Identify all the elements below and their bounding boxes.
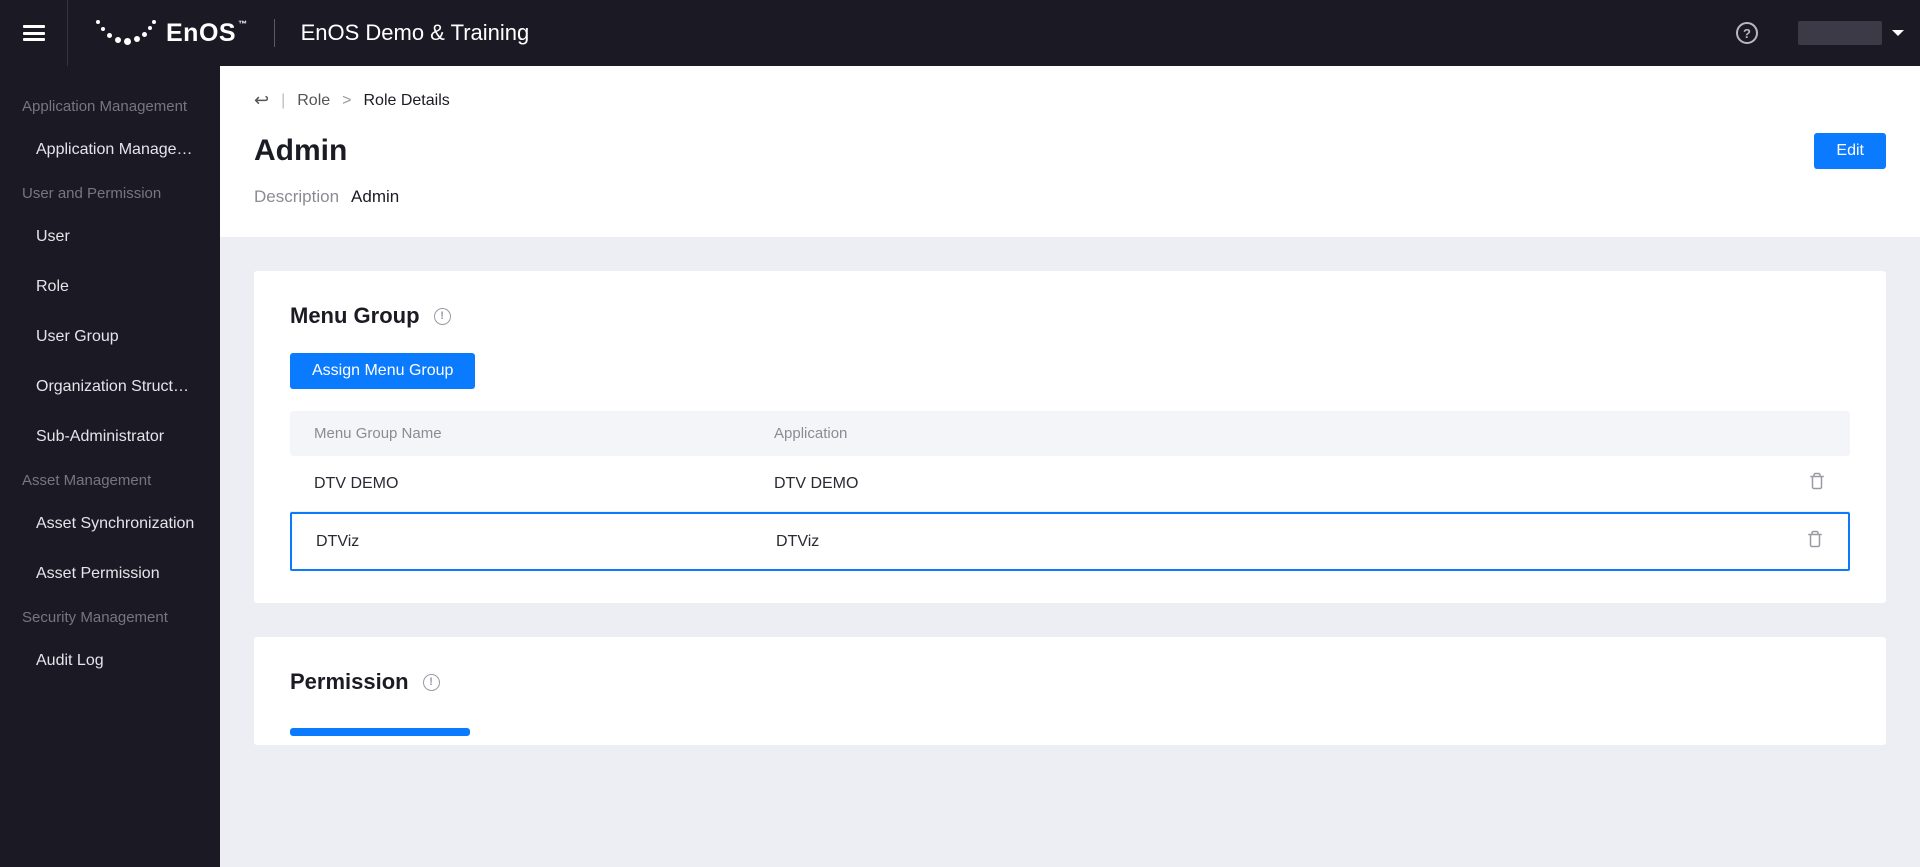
table-row: DTViz DTViz xyxy=(290,512,1850,571)
menu-group-title: Menu Group xyxy=(290,303,420,329)
sidebar-item-audit-log[interactable]: Audit Log xyxy=(0,636,220,686)
breadcrumb-current: Role Details xyxy=(364,92,450,110)
page-header: ↪ | Role > Role Details Admin Edit Descr… xyxy=(220,66,1920,237)
logo-text: EnOS™ xyxy=(166,19,248,48)
breadcrumb-separator: > xyxy=(342,92,351,110)
table-header-row: Menu Group Name Application xyxy=(290,411,1850,456)
divider xyxy=(274,19,275,47)
table-row: DTV DEMO DTV DEMO xyxy=(290,456,1850,512)
cell-menu-group-name: DTV DEMO xyxy=(314,475,774,493)
delete-icon[interactable] xyxy=(1806,535,1824,552)
col-header-application: Application xyxy=(774,425,1746,442)
sidebar-item-asset-synchronization[interactable]: Asset Synchronization xyxy=(0,499,220,549)
sidebar: Application Management Application Manag… xyxy=(0,66,220,867)
cell-application: DTV DEMO xyxy=(774,475,1746,493)
logo-icon xyxy=(96,18,156,48)
permission-card: Permission ! xyxy=(254,637,1886,745)
user-name-placeholder xyxy=(1798,21,1882,45)
assign-permission-button[interactable] xyxy=(290,728,470,736)
app-title: EnOS Demo & Training xyxy=(301,20,530,46)
page-title: Admin xyxy=(254,134,1814,168)
menu-toggle-button[interactable] xyxy=(0,0,68,66)
sidebar-group-label: User and Permission xyxy=(0,175,220,212)
sidebar-group-label: Application Management xyxy=(0,88,220,125)
sidebar-group-label: Asset Management xyxy=(0,462,220,499)
breadcrumb: ↪ | Role > Role Details xyxy=(254,90,1886,111)
breadcrumb-link-role[interactable]: Role xyxy=(297,92,330,110)
description-row: Description Admin xyxy=(254,187,1886,207)
info-icon[interactable]: ! xyxy=(434,308,451,325)
menu-group-card: Menu Group ! Assign Menu Group Menu Grou… xyxy=(254,271,1886,603)
help-icon[interactable]: ? xyxy=(1736,22,1758,44)
breadcrumb-divider: | xyxy=(281,92,285,110)
permission-title: Permission xyxy=(290,669,409,695)
chevron-down-icon xyxy=(1892,30,1904,36)
description-value: Admin xyxy=(351,187,399,207)
sidebar-group-label: Security Management xyxy=(0,599,220,636)
back-icon[interactable]: ↪ xyxy=(254,90,269,111)
main-content: ↪ | Role > Role Details Admin Edit Descr… xyxy=(220,66,1920,867)
info-icon[interactable]: ! xyxy=(423,674,440,691)
sidebar-item-role[interactable]: Role xyxy=(0,262,220,312)
hamburger-icon xyxy=(23,25,45,41)
sidebar-item-application-management[interactable]: Application Manage… xyxy=(0,125,220,175)
sidebar-item-organization-structure[interactable]: Organization Struct… xyxy=(0,362,220,412)
col-header-name: Menu Group Name xyxy=(314,425,774,442)
top-bar: EnOS™ EnOS Demo & Training ? xyxy=(0,0,1920,66)
cell-application: DTViz xyxy=(776,533,1744,551)
delete-icon[interactable] xyxy=(1808,477,1826,494)
sidebar-item-user-group[interactable]: User Group xyxy=(0,312,220,362)
description-label: Description xyxy=(254,187,339,207)
cell-menu-group-name: DTViz xyxy=(316,533,776,551)
logo-block: EnOS™ xyxy=(68,18,248,48)
menu-group-table: Menu Group Name Application DTV DEMO DTV… xyxy=(290,411,1850,571)
edit-button[interactable]: Edit xyxy=(1814,133,1886,169)
sidebar-item-sub-administrator[interactable]: Sub-Administrator xyxy=(0,412,220,462)
sidebar-item-user[interactable]: User xyxy=(0,212,220,262)
user-menu[interactable] xyxy=(1798,21,1904,45)
sidebar-item-asset-permission[interactable]: Asset Permission xyxy=(0,549,220,599)
assign-menu-group-button[interactable]: Assign Menu Group xyxy=(290,353,475,389)
